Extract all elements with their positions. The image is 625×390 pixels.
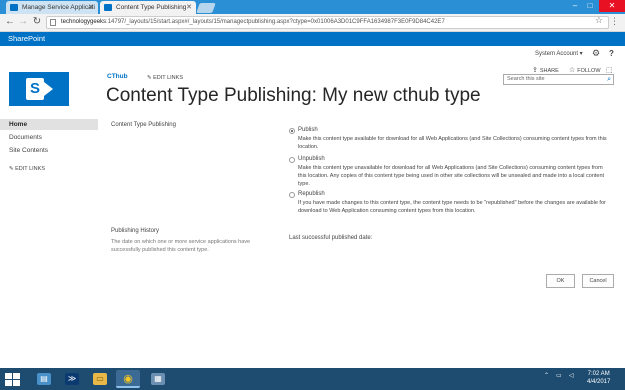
clock-time: 7:02 AM xyxy=(587,371,610,377)
gear-icon[interactable]: ⚙ xyxy=(592,48,600,59)
share-button[interactable]: ⇪ SHARE xyxy=(532,66,559,74)
tab-content-type-publishing[interactable]: Content Type Publishing ✕ xyxy=(100,1,196,14)
tray-expand-icon[interactable]: ⌃ xyxy=(544,372,549,379)
browser-toolbar: ← → ↻ technologygeeks:14797/_layouts/15/… xyxy=(0,14,625,32)
follow-button[interactable]: ☆ FOLLOW xyxy=(569,66,601,74)
page-title: Content Type Publishing: My new cthub ty… xyxy=(106,85,481,106)
tab-label: Manage Service Applicati xyxy=(22,4,95,11)
focus-on-content-icon[interactable]: ⬚ xyxy=(606,66,615,74)
site-logo[interactable]: S xyxy=(9,72,69,106)
taskbar-chrome-icon[interactable]: ◉ xyxy=(116,370,140,388)
minimize-icon[interactable]: – xyxy=(568,0,582,12)
tab-close-icon[interactable]: ✕ xyxy=(88,1,94,14)
suite-bar: SharePoint xyxy=(0,32,625,46)
sharepoint-brand[interactable]: SharePoint xyxy=(8,34,45,43)
taskbar-app-icon[interactable]: ▦ xyxy=(146,370,170,388)
new-tab-button[interactable] xyxy=(196,3,216,13)
taskbar-file-explorer-icon[interactable]: ▭ xyxy=(88,370,112,388)
sidebar-edit-links-label: EDIT LINKS xyxy=(15,166,45,172)
share-icon: ⇪ xyxy=(532,67,538,74)
site-title-link[interactable]: CThub xyxy=(107,73,128,80)
republish-description: If you have made changes to this content… xyxy=(298,200,606,214)
unpublish-description: Make this content type unavailable for d… xyxy=(298,165,605,187)
republish-radio[interactable] xyxy=(289,192,295,198)
tab-close-icon[interactable]: ✕ xyxy=(186,1,192,14)
back-arrow-icon[interactable]: ← xyxy=(4,16,16,28)
edit-links-label: EDIT LINKS xyxy=(153,75,183,81)
bookmark-star-icon[interactable]: ☆ xyxy=(595,15,603,26)
unpublish-radio[interactable] xyxy=(289,157,295,163)
tab-manage-service-applications[interactable]: Manage Service Applicati ✕ xyxy=(6,1,98,14)
browser-tab-strip: Manage Service Applicati ✕ Content Type … xyxy=(0,0,625,14)
browser-menu-icon[interactable]: ⋮ xyxy=(610,16,619,27)
address-bar[interactable]: technologygeeks:14797/_layouts/15/start.… xyxy=(46,16,609,29)
windows-taskbar: ▤ ≫ ▭ ◉ ▦ ⌃ ▭ ◁ xyxy=(0,368,625,390)
sharepoint-logo-icon: S xyxy=(26,78,44,100)
close-window-icon[interactable]: ✕ xyxy=(599,0,625,12)
url-host: technologygeeks xyxy=(61,19,107,25)
clock-date: 4/4/2017 xyxy=(587,379,611,385)
search-icon[interactable]: ⌕ xyxy=(607,75,611,84)
taskbar-clock[interactable]: 7:02 AM 4/4/2017 xyxy=(587,370,610,386)
search-placeholder: Search this site xyxy=(507,76,545,82)
url-path: :14797/_layouts/15/start.aspx#/_layouts/… xyxy=(106,19,445,25)
page-icon xyxy=(50,19,56,26)
forward-arrow-icon[interactable]: → xyxy=(17,16,29,28)
last-published-label: Last successful published date: xyxy=(289,235,373,241)
publish-description: Make this content type available for dow… xyxy=(298,136,607,150)
option-publish[interactable]: Publish Make this content type available… xyxy=(289,127,607,155)
publishing-history-label: Publishing History xyxy=(111,228,160,234)
ok-button[interactable]: OK xyxy=(546,274,575,288)
edit-links-top[interactable]: ✎ EDIT LINKS xyxy=(147,75,183,81)
sidebar-item-documents[interactable]: Documents xyxy=(9,134,42,141)
publish-label: Publish xyxy=(298,127,318,133)
account-menu[interactable]: System Account ▾ xyxy=(535,50,583,57)
windows-start-icon[interactable] xyxy=(4,372,20,386)
maximize-icon[interactable]: □ xyxy=(583,0,597,12)
tab-label: Content Type Publishing xyxy=(116,4,187,11)
publishing-history-description: The date on which one or more service ap… xyxy=(111,239,251,253)
publish-radio[interactable] xyxy=(289,128,295,134)
search-box[interactable]: Search this site ⌕ xyxy=(503,74,614,85)
content-type-publishing-label: Content Type Publishing xyxy=(111,122,176,128)
taskbar-powershell-icon[interactable]: ≫ xyxy=(60,370,84,388)
option-republish[interactable]: Republish If you have made changes to th… xyxy=(289,191,607,217)
cancel-button[interactable]: Cancel xyxy=(582,274,614,288)
ribbon-area: System Account ▾ ⚙ ? ⇪ SHARE ☆ FOLLOW ⬚ xyxy=(0,46,625,74)
network-icon[interactable]: ▭ xyxy=(556,372,562,379)
help-icon[interactable]: ? xyxy=(609,49,614,58)
republish-label: Republish xyxy=(298,191,325,197)
reload-icon[interactable]: ↻ xyxy=(31,16,43,28)
unpublish-label: Unpublish xyxy=(298,156,325,162)
volume-icon[interactable]: ◁ xyxy=(569,372,574,379)
taskbar-server-manager-icon[interactable]: ▤ xyxy=(32,370,56,388)
star-icon: ☆ xyxy=(569,67,576,74)
sharepoint-favicon-icon xyxy=(104,4,112,11)
sidebar-item-home[interactable]: Home xyxy=(0,119,98,130)
option-unpublish[interactable]: Unpublish Make this content type unavail… xyxy=(289,156,607,190)
sidebar-edit-links[interactable]: ✎ EDIT LINKS xyxy=(9,166,45,172)
sharepoint-favicon-icon xyxy=(10,4,18,11)
sidebar-item-site-contents[interactable]: Site Contents xyxy=(9,147,48,154)
